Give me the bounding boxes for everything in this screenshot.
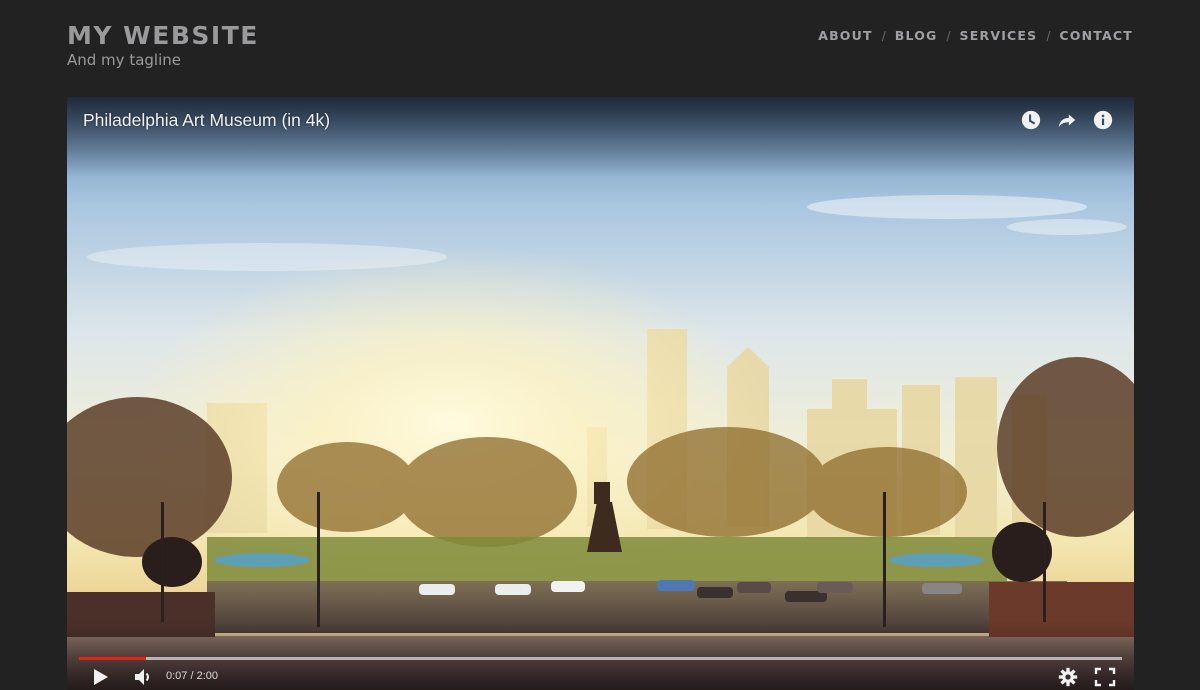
volume-icon[interactable] — [134, 668, 154, 686]
play-icon[interactable] — [93, 668, 109, 686]
video-title[interactable]: Philadelphia Art Museum (in 4k) — [83, 110, 330, 131]
nav-separator: / — [881, 28, 886, 43]
site-title[interactable]: MY WEBSITE — [67, 20, 259, 52]
main-nav: ABOUT / BLOG / SERVICES / CONTACT — [818, 28, 1133, 43]
nav-contact[interactable]: CONTACT — [1059, 28, 1133, 43]
settings-icon[interactable] — [1058, 667, 1078, 687]
nav-services[interactable]: SERVICES — [960, 28, 1038, 43]
share-icon[interactable] — [1056, 109, 1078, 131]
video-player[interactable]: Philadelphia Art Museum (in 4k) 0:07 / 2… — [67, 97, 1134, 690]
video-controls: 0:07 / 2:00 — [67, 664, 1134, 690]
nav-separator: / — [1046, 28, 1051, 43]
progress-bar[interactable] — [79, 657, 1122, 660]
nav-blog[interactable]: BLOG — [895, 28, 938, 43]
progress-played — [79, 657, 146, 660]
nav-separator: / — [946, 28, 951, 43]
video-top-actions — [1020, 109, 1114, 131]
watch-later-icon[interactable] — [1020, 109, 1042, 131]
nav-about[interactable]: ABOUT — [818, 28, 873, 43]
info-icon[interactable] — [1092, 109, 1114, 131]
fullscreen-icon[interactable] — [1094, 667, 1116, 687]
site-header: MY WEBSITE And my tagline — [67, 20, 259, 68]
site-tagline: And my tagline — [67, 51, 181, 69]
video-frame — [67, 97, 1134, 690]
time-display: 0:07 / 2:00 — [166, 670, 218, 682]
top-gradient — [67, 97, 1134, 177]
